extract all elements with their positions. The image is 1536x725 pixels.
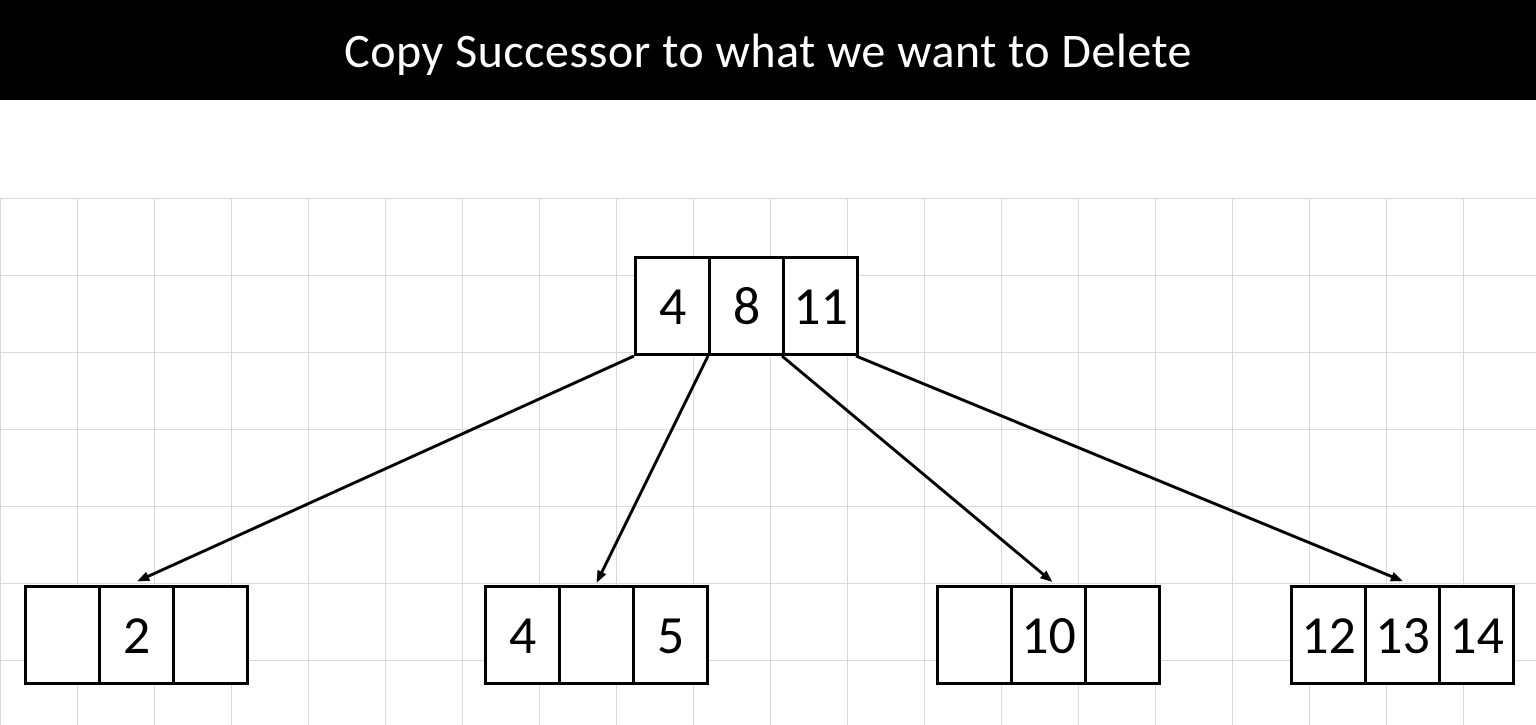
- child2-key-2: [1084, 585, 1161, 685]
- btree-child-node-3: 12 13 14: [1290, 585, 1515, 685]
- child3-key-2: 14: [1438, 585, 1515, 685]
- child0-key-2: [172, 585, 249, 685]
- root-key-2: 11: [782, 256, 859, 356]
- child1-key-1: [558, 585, 635, 685]
- root-key-0: 4: [634, 256, 711, 356]
- child3-key-1: 13: [1364, 585, 1441, 685]
- btree-child-node-0: 2: [24, 585, 249, 685]
- child0-key-0: [24, 585, 101, 685]
- child2-key-1: 10: [1010, 585, 1087, 685]
- child0-key-1: 2: [98, 585, 175, 685]
- btree-child-node-1: 4 5: [484, 585, 709, 685]
- title-bar: Copy Successor to what we want to Delete: [0, 0, 1536, 100]
- btree-child-node-2: 10: [936, 585, 1161, 685]
- child3-key-0: 12: [1290, 585, 1367, 685]
- btree-root-node: 4 8 11: [634, 256, 859, 356]
- child1-key-2: 5: [632, 585, 709, 685]
- child1-key-0: 4: [484, 585, 561, 685]
- child2-key-0: [936, 585, 1013, 685]
- title-text: Copy Successor to what we want to Delete: [344, 21, 1192, 80]
- root-key-1: 8: [708, 256, 785, 356]
